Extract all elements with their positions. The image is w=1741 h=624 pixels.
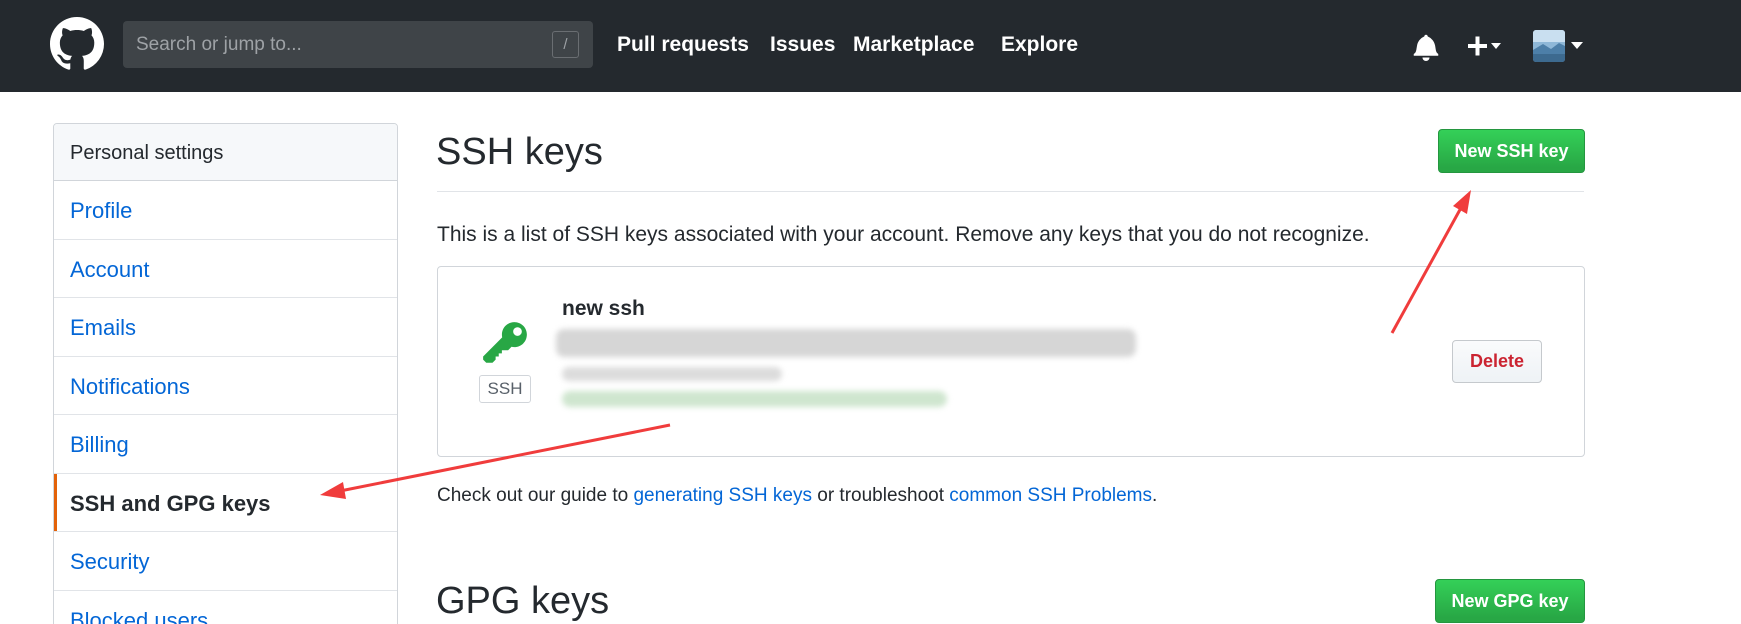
avatar-image-icon (1533, 30, 1565, 62)
nav-issues[interactable]: Issues (770, 33, 835, 57)
sidebar-item-security[interactable]: Security (54, 532, 397, 591)
new-gpg-key-button[interactable]: New GPG key (1435, 579, 1585, 623)
settings-sidebar: Personal settings Profile Account Emails… (53, 123, 398, 624)
sidebar-item-billing[interactable]: Billing (54, 415, 397, 474)
sidebar-item-blocked-users[interactable]: Blocked users (54, 591, 397, 624)
ssh-description: This is a list of SSH keys associated wi… (437, 223, 1370, 246)
search-shortcut-key: / (552, 31, 579, 58)
sidebar-item-emails[interactable]: Emails (54, 298, 397, 357)
ssh-type-badge: SSH (479, 375, 531, 403)
delete-key-button[interactable]: Delete (1452, 340, 1542, 383)
search-placeholder: Search or jump to... (136, 34, 302, 55)
sidebar-item-account[interactable]: Account (54, 240, 397, 298)
sidebar-item-ssh-gpg-keys[interactable]: SSH and GPG keys (54, 473, 397, 532)
ssh-guide-text: Check out our guide to generating SSH ke… (437, 485, 1157, 507)
new-ssh-key-button[interactable]: New SSH key (1438, 129, 1585, 173)
nav-marketplace[interactable]: Marketplace (853, 33, 974, 57)
nav-pull-requests[interactable]: Pull requests (617, 33, 749, 57)
redacted-last-used (562, 391, 947, 407)
guide-mid-text: or troubleshoot (811, 485, 950, 506)
generating-ssh-keys-link[interactable]: generating SSH keys (633, 485, 812, 506)
gpg-keys-title: GPG keys (436, 580, 610, 622)
ssh-key-name: new ssh (562, 297, 645, 320)
avatar[interactable] (1533, 30, 1565, 62)
key-icon (483, 322, 527, 363)
guide-pre-text: Check out our guide to (437, 485, 634, 506)
sidebar-item-profile[interactable]: Profile (54, 181, 397, 240)
guide-post-text: . (1152, 485, 1158, 506)
redacted-fingerprint (556, 329, 1136, 357)
avatar-dropdown-icon[interactable] (1571, 42, 1583, 49)
ssh-keys-title: SSH keys (436, 131, 603, 173)
plus-icon[interactable] (1466, 31, 1502, 61)
common-ssh-problems-link[interactable]: common SSH Problems (949, 485, 1152, 506)
top-header: Search or jump to... / Pull requests Iss… (0, 0, 1741, 92)
sidebar-item-notifications[interactable]: Notifications (54, 357, 397, 415)
nav-explore[interactable]: Explore (1001, 33, 1078, 57)
redacted-added-date (562, 367, 782, 381)
search-input[interactable]: Search or jump to... / (123, 21, 593, 68)
bell-icon[interactable] (1413, 33, 1439, 61)
sidebar-heading: Personal settings (54, 124, 397, 181)
section-divider (437, 191, 1584, 192)
github-logo-icon[interactable] (50, 17, 104, 71)
ssh-key-item: SSH new ssh Delete (437, 266, 1585, 457)
